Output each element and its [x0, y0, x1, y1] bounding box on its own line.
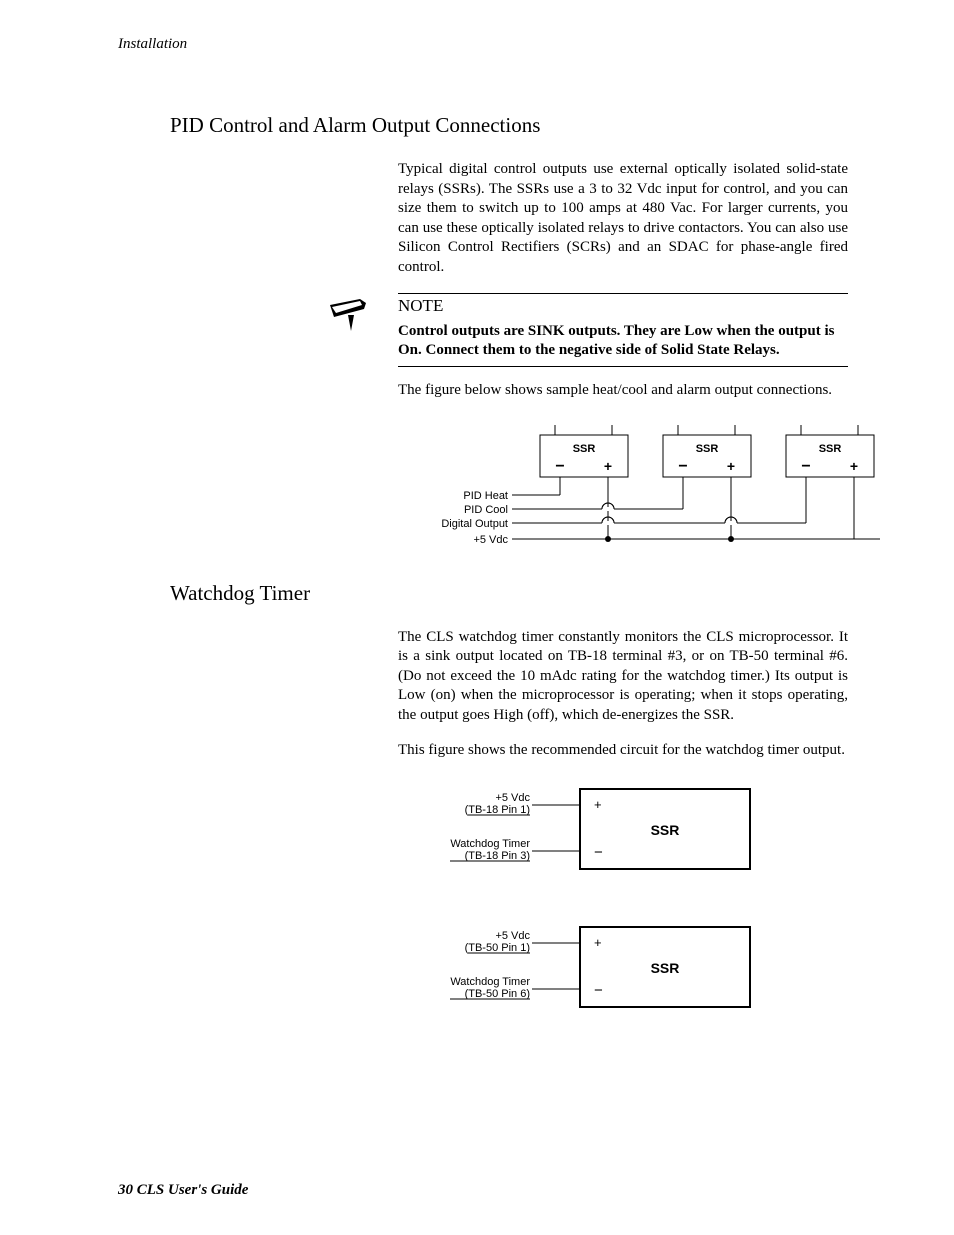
fig2a-top1: +5 Vdc	[495, 792, 530, 804]
section-title-pid: PID Control and Alarm Output Connections	[170, 113, 846, 138]
section1-para1: Typical digital control outputs use exte…	[398, 160, 848, 277]
fig1-ssr3-plus: +	[850, 458, 858, 474]
fig2b-plus: +	[594, 935, 602, 950]
fig2b-top2: (TB-50 Pin 1)	[465, 942, 530, 954]
fig1-ssr1-minus: −	[555, 458, 564, 475]
fig2b-ssr: SSR	[651, 960, 680, 976]
section1-body: Typical digital control outputs use exte…	[398, 160, 848, 277]
fig2b-bot1: Watchdog Timer	[450, 976, 530, 988]
fig1-ssr2-plus: +	[727, 458, 735, 474]
section2-para2: This figure shows the recommended circui…	[398, 741, 848, 761]
fig2b-top1: +5 Vdc	[495, 930, 530, 942]
fig2b-bot2: (TB-50 Pin 6)	[465, 988, 530, 1000]
fig1-ssr1-label: SSR	[573, 443, 596, 455]
fig1-ssr1-plus: +	[604, 458, 612, 474]
section2-para1: The CLS watchdog timer constantly monito…	[398, 628, 848, 726]
fig1-row4: +5 Vdc	[473, 534, 508, 546]
note-body: Control outputs are SINK outputs. They a…	[398, 322, 848, 360]
fig2a-bot1: Watchdog Timer	[450, 838, 530, 850]
figure2a: SSR + − +5 Vdc (TB-18 Pin 1) Watchdog Ti…	[380, 777, 900, 887]
note-block: NOTE Control outputs are SINK outputs. T…	[398, 293, 848, 367]
fig1-row2: PID Cool	[464, 504, 508, 516]
figure1: SSR SSR SSR − + − + − + PID Heat PID Coo…	[380, 417, 900, 557]
section-title-watchdog: Watchdog Timer	[170, 581, 846, 606]
note-label: NOTE	[398, 296, 848, 316]
fig1-ssr2-label: SSR	[696, 443, 719, 455]
fig2a-plus: +	[594, 797, 602, 812]
fig1-row3: Digital Output	[441, 518, 508, 530]
figure2b: SSR + − +5 Vdc (TB-50 Pin 1) Watchdog Ti…	[380, 915, 900, 1025]
page-footer: 30 CLS User's Guide	[118, 1182, 248, 1199]
figure1-caption-wrap: The figure below shows sample heat/cool …	[398, 381, 848, 401]
figure1-caption: The figure below shows sample heat/cool …	[398, 381, 848, 401]
note-rule-top	[398, 293, 848, 294]
fig1-ssr2-minus: −	[678, 458, 687, 475]
fig2b-minus: −	[594, 982, 603, 999]
fig2a-ssr: SSR	[651, 822, 680, 838]
section2-body: The CLS watchdog timer constantly monito…	[398, 628, 848, 761]
page: Installation PID Control and Alarm Outpu…	[0, 0, 954, 1235]
note-rule-bottom	[398, 366, 848, 367]
fig1-ssr3-label: SSR	[819, 443, 842, 455]
pen-icon	[326, 295, 382, 333]
fig2a-minus: −	[594, 844, 603, 861]
fig1-row1: PID Heat	[463, 490, 508, 502]
fig2a-top2: (TB-18 Pin 1)	[465, 804, 530, 816]
fig2a-bot2: (TB-18 Pin 3)	[465, 850, 530, 862]
running-head: Installation	[118, 36, 846, 53]
fig1-ssr3-minus: −	[801, 458, 810, 475]
